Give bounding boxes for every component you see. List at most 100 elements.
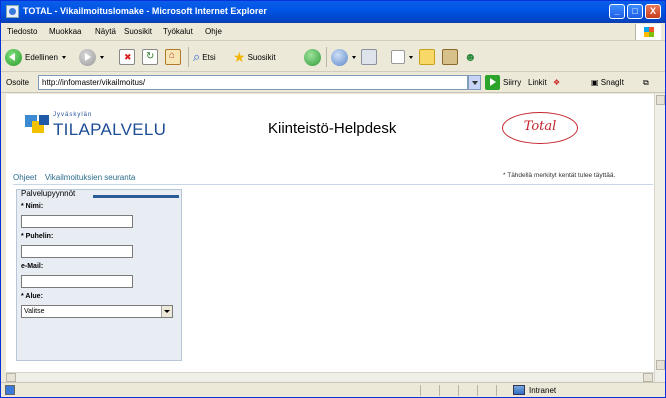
stop-button[interactable]: ✖ [119, 48, 135, 66]
minimize-button[interactable]: _ [609, 4, 625, 19]
logo-city-text: Jyväskylän [53, 112, 93, 118]
go-button[interactable]: Siirry [485, 75, 521, 90]
panel-title: Palvelupyynnöt [21, 189, 76, 198]
logo-square-icon [39, 115, 49, 125]
forward-button[interactable] [79, 48, 104, 66]
menu-tools[interactable]: Työkalut [163, 27, 193, 36]
menu-favorites[interactable]: Suosikit [124, 27, 152, 36]
history-button[interactable] [304, 48, 321, 66]
home-button[interactable]: ⌂ [165, 48, 181, 66]
vertical-scrollbar[interactable] [654, 94, 665, 382]
total-logo: Total [502, 112, 578, 144]
status-cell [477, 385, 495, 396]
chevron-down-icon [352, 55, 356, 59]
page-content: Jyväskylän TILAPALVELU Kiinteistö-Helpde… [6, 94, 654, 382]
nav-link-tracking[interactable]: Vikailmoituksien seuranta [45, 173, 136, 182]
address-input[interactable]: http://infomaster/vikailmoitus/ [38, 75, 468, 90]
forward-arrow-icon [79, 48, 96, 66]
page-status-icon [5, 385, 15, 395]
address-dropdown-button[interactable] [468, 75, 481, 90]
email-field[interactable] [21, 275, 133, 288]
search-button[interactable]: ⌕ Etsi [193, 48, 216, 66]
refresh-button[interactable]: ↻ [142, 48, 158, 66]
security-zone: Intranet [513, 385, 556, 395]
discuss-button[interactable] [419, 48, 435, 66]
menu-help[interactable]: Ohje [205, 27, 222, 36]
nav-link-instructions[interactable]: Ohjeet [13, 173, 37, 182]
menu-file[interactable]: Tiedosto [7, 27, 37, 36]
edit-button[interactable] [391, 48, 413, 66]
required-fields-note: * Tähdellä merkityt kentät tulee täyttää… [503, 172, 616, 179]
area-label: * Alue: [21, 293, 43, 300]
search-icon: ⌕ [193, 49, 201, 64]
status-cell [439, 385, 457, 396]
area-selected-value: Valitse [24, 308, 45, 315]
chevron-down-icon[interactable] [161, 306, 172, 317]
service-request-panel: Palvelupyynnöt * Nimi: * Puhelin: e-Mail… [16, 189, 182, 361]
camera-icon: ▣ [591, 78, 599, 87]
search-label: Etsi [202, 52, 216, 62]
snagit-window-icon[interactable]: ⧉ [643, 78, 649, 88]
phone-field[interactable] [21, 245, 133, 258]
area-select[interactable]: Valitse [21, 305, 173, 318]
email-label: e-Mail: [21, 263, 44, 270]
star-icon: ★ [233, 48, 246, 65]
snagit-button[interactable]: ▣ SnagIt [591, 78, 624, 87]
status-cell [420, 385, 438, 396]
windows-flag-icon [635, 24, 661, 40]
address-bar: Osoite http://infomaster/vikailmoitus/ S… [1, 73, 665, 93]
chevron-down-icon [100, 55, 104, 59]
history-icon [304, 48, 321, 66]
go-label: Siirry [503, 78, 522, 87]
chevron-down-icon [409, 55, 413, 59]
menu-bar: Tiedosto Muokkaa Näytä Suosikit Työkalut… [1, 23, 665, 41]
window-title: TOTAL - Vikailmoituslomake - Microsoft I… [23, 6, 267, 16]
address-label: Osoite [6, 78, 30, 87]
printer-icon [361, 49, 377, 65]
page-title: Kiinteistö-Helpdesk [268, 120, 397, 137]
links-button[interactable]: Linkit [528, 78, 547, 87]
research-button[interactable] [442, 48, 458, 66]
toolbar-separator [326, 47, 327, 67]
links-chevron-icon[interactable]: ❖ [553, 78, 560, 87]
intranet-icon [513, 385, 525, 395]
maximize-button[interactable]: □ [627, 4, 643, 19]
standard-toolbar: Edellinen ✖ ↻ ⌂ ⌕ Etsi ★ Suosikit ☻ [1, 42, 665, 72]
nav-links: Ohjeet Vikailmoituksien seuranta [13, 173, 141, 182]
books-icon [442, 49, 458, 65]
menu-view[interactable]: Näytä [95, 27, 116, 36]
status-bar: Intranet [1, 382, 665, 397]
favorites-label: Suosikit [247, 52, 276, 62]
window-controls: _ □ X [609, 4, 661, 19]
divider [13, 184, 653, 185]
snagit-label: SnagIt [600, 78, 624, 87]
mail-button[interactable] [331, 48, 356, 66]
total-logo-text: Total [523, 119, 557, 134]
scroll-down-button[interactable] [656, 360, 665, 370]
zone-label: Intranet [529, 385, 557, 395]
document-icon [391, 50, 405, 64]
logo-title-text: TILAPALVELU [53, 120, 167, 139]
name-label: * Nimi: [21, 203, 44, 210]
toolbar-separator [188, 47, 189, 67]
messenger-button[interactable]: ☻ [464, 48, 477, 66]
menu-edit[interactable]: Muokkaa [49, 27, 81, 36]
ie-page-icon [6, 5, 19, 18]
browser-window: TOTAL - Vikailmoituslomake - Microsoft I… [0, 0, 666, 398]
favorites-button[interactable]: ★ Suosikit [233, 48, 276, 66]
print-button[interactable] [361, 48, 377, 66]
name-field[interactable] [21, 215, 133, 228]
scroll-right-button[interactable] [643, 373, 653, 382]
folder-icon [419, 49, 435, 65]
title-bar: TOTAL - Vikailmoituslomake - Microsoft I… [1, 1, 665, 23]
refresh-icon: ↻ [142, 49, 158, 65]
horizontal-scrollbar[interactable] [6, 372, 654, 382]
go-arrow-icon [485, 75, 500, 90]
scroll-left-button[interactable] [6, 373, 16, 382]
close-button[interactable]: X [645, 4, 661, 19]
back-button[interactable]: Edellinen [5, 48, 66, 66]
back-arrow-icon [5, 48, 22, 66]
scroll-up-button[interactable] [656, 95, 665, 105]
home-icon: ⌂ [165, 49, 181, 65]
stop-icon: ✖ [119, 49, 135, 65]
